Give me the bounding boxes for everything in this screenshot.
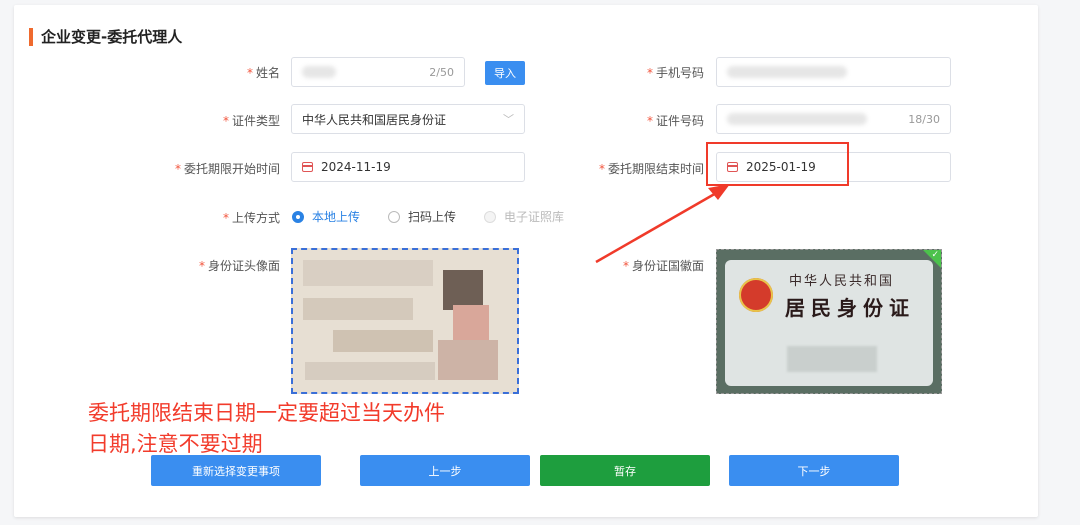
start-date-value: 2024-11-19 [321,160,391,174]
phone-input[interactable] [716,57,951,87]
name-label: * 姓名 [246,66,280,80]
calendar-icon [302,162,313,172]
id-number-label: * 证件号码 [646,114,704,128]
name-input[interactable]: 2/50 [291,57,465,87]
id-card-country-text: 中华人民共和国 [789,274,895,289]
id-type-value: 中华人民共和国居民身份证 [302,112,447,127]
id-number-char-count: 18/30 [908,112,940,126]
name-char-count: 2/50 [429,65,454,79]
import-button[interactable]: 导入 [485,61,525,85]
id-number-input[interactable]: 18/30 [716,104,951,134]
end-date-label: * 委托期限结束时间 [598,162,704,176]
radio-selected-icon [292,210,304,223]
title-accent-bar [29,27,33,46]
id-back-upload[interactable]: 中华人民共和国 居民身份证 ✓ [716,249,942,394]
id-card-title-text: 居民身份证 [785,296,915,320]
radio-e-license-library: 电子证照库 [484,208,564,225]
start-date-label: * 委托期限开始时间 [174,162,280,176]
section-title-text: 企业变更-委托代理人 [41,28,183,46]
section-title: 企业变更-委托代理人 [29,26,182,47]
annotation-note: 委托期限结束日期一定要超过当天办件 日期,注意不要过期 [88,401,445,456]
save-draft-button[interactable]: 暂存 [540,455,710,486]
reselect-change-items-button[interactable]: 重新选择变更事项 [151,455,321,486]
id-type-label: * 证件类型 [222,114,280,128]
id-back-label: * 身份证国徽面 [622,259,704,273]
phone-label: * 手机号码 [646,66,704,80]
phone-value-blurred [727,66,847,78]
highlight-box [706,142,849,186]
radio-disabled-icon [484,210,497,223]
upload-method-radio-group: 本地上传 扫码上传 电子证照库 [292,208,592,225]
id-front-label: * 身份证头像面 [198,259,280,273]
radio-scan-upload[interactable]: 扫码上传 [388,208,456,225]
name-value-blurred [302,66,336,78]
check-icon: ✓ [931,250,939,260]
id-front-upload[interactable] [291,248,519,394]
national-emblem-icon [739,278,773,312]
chevron-down-icon: ﹀ [503,113,514,126]
previous-step-button[interactable]: 上一步 [360,455,530,486]
start-date-picker[interactable]: 2024-11-19 [291,152,525,182]
id-type-select[interactable]: 中华人民共和国居民身份证 ﹀ [291,104,525,134]
id-number-value-blurred [727,113,867,125]
next-step-button[interactable]: 下一步 [729,455,899,486]
radio-unselected-icon [388,210,401,223]
upload-method-label: * 上传方式 [222,211,280,225]
radio-local-upload[interactable]: 本地上传 [292,208,360,225]
